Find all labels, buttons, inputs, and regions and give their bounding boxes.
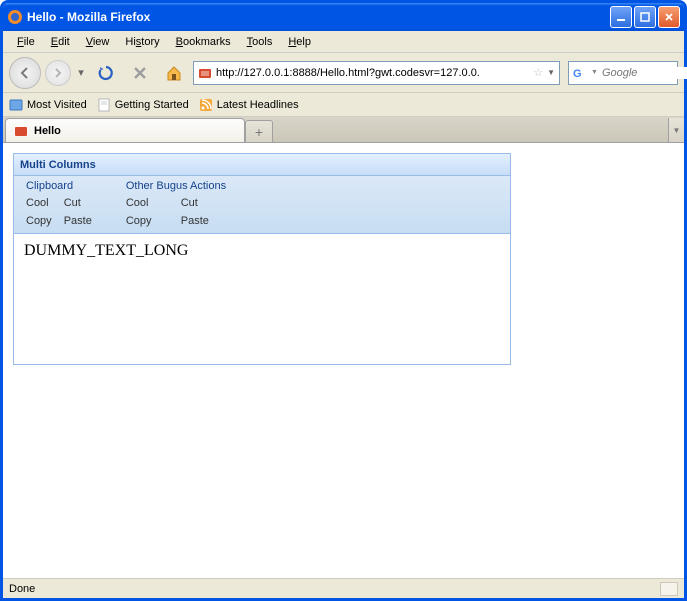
- menu-help[interactable]: Help: [280, 34, 319, 50]
- search-engine-dropdown[interactable]: ▼: [591, 69, 598, 76]
- action-copy[interactable]: Copy: [26, 215, 52, 227]
- bookmark-latest-headlines[interactable]: Latest Headlines: [199, 98, 299, 112]
- svg-text:G: G: [573, 68, 582, 80]
- action-cool-2[interactable]: Cool: [126, 197, 169, 209]
- panel-header: Multi Columns: [14, 154, 510, 176]
- tab-label: Hello: [34, 125, 61, 137]
- close-button[interactable]: [658, 6, 680, 28]
- status-resize-grip: [660, 582, 678, 596]
- search-input[interactable]: [602, 67, 687, 79]
- action-copy-2[interactable]: Copy: [126, 215, 169, 227]
- panel-toolbar: Clipboard Cool Cut Copy Paste Other Bugu…: [14, 176, 510, 234]
- titlebar: Hello - Mozilla Firefox: [3, 3, 684, 31]
- group-title-clipboard: Clipboard: [20, 180, 92, 192]
- browser-window: Hello - Mozilla Firefox File Edit View H…: [0, 0, 687, 601]
- window-title: Hello - Mozilla Firefox: [27, 10, 610, 24]
- action-cool[interactable]: Cool: [26, 197, 52, 209]
- menu-file[interactable]: File: [9, 34, 43, 50]
- tab-bar: Hello + ▼: [3, 117, 684, 143]
- menu-view[interactable]: View: [78, 34, 118, 50]
- menu-edit[interactable]: Edit: [43, 34, 78, 50]
- menubar: File Edit View History Bookmarks Tools H…: [3, 31, 684, 53]
- url-dropdown-icon[interactable]: ▼: [547, 68, 555, 77]
- group-title-other: Other Bugus Actions: [120, 180, 226, 192]
- back-button[interactable]: [9, 57, 41, 89]
- action-paste-2[interactable]: Paste: [181, 215, 226, 227]
- bookmark-star-icon[interactable]: ☆: [533, 66, 543, 79]
- bookmark-most-visited[interactable]: Most Visited: [9, 98, 87, 112]
- status-bar: Done: [3, 578, 684, 598]
- home-button[interactable]: [163, 62, 185, 84]
- maximize-button[interactable]: [634, 6, 656, 28]
- menu-history[interactable]: History: [117, 34, 167, 50]
- reload-button[interactable]: [95, 62, 117, 84]
- tab-site-icon: [14, 124, 28, 138]
- new-tab-button[interactable]: +: [245, 120, 273, 142]
- search-bar[interactable]: G ▼: [568, 61, 678, 85]
- toolbar-group-other: Other Bugus Actions Cool Cut Copy Paste: [120, 180, 226, 227]
- site-icon: [198, 66, 212, 80]
- status-text: Done: [9, 583, 35, 595]
- action-paste[interactable]: Paste: [64, 215, 92, 227]
- minimize-button[interactable]: [610, 6, 632, 28]
- action-cut-2[interactable]: Cut: [181, 197, 226, 209]
- panel-body: DUMMY_TEXT_LONG: [14, 234, 510, 364]
- nav-history-dropdown[interactable]: ▾: [75, 59, 87, 87]
- window-buttons: [610, 6, 680, 28]
- url-bar[interactable]: ☆ ▼: [193, 61, 560, 85]
- page-content: Multi Columns Clipboard Cool Cut Copy Pa…: [3, 143, 684, 578]
- menu-tools[interactable]: Tools: [239, 34, 281, 50]
- multi-columns-panel: Multi Columns Clipboard Cool Cut Copy Pa…: [13, 153, 511, 365]
- url-input[interactable]: [216, 67, 529, 79]
- bookmark-getting-started[interactable]: Getting Started: [97, 98, 189, 112]
- menu-bookmarks[interactable]: Bookmarks: [168, 34, 239, 50]
- firefox-icon: [7, 9, 23, 25]
- stop-button[interactable]: [129, 62, 151, 84]
- tab-list-button[interactable]: ▼: [668, 118, 684, 142]
- tab-hello[interactable]: Hello: [5, 118, 245, 142]
- toolbar-group-clipboard: Clipboard Cool Cut Copy Paste: [20, 180, 92, 227]
- forward-button[interactable]: [45, 60, 71, 86]
- action-cut[interactable]: Cut: [64, 197, 92, 209]
- nav-toolbar: ▾ ☆ ▼ G ▼: [3, 53, 684, 93]
- bookmarks-bar: Most Visited Getting Started Latest Head…: [3, 93, 684, 117]
- google-icon: G: [573, 66, 587, 80]
